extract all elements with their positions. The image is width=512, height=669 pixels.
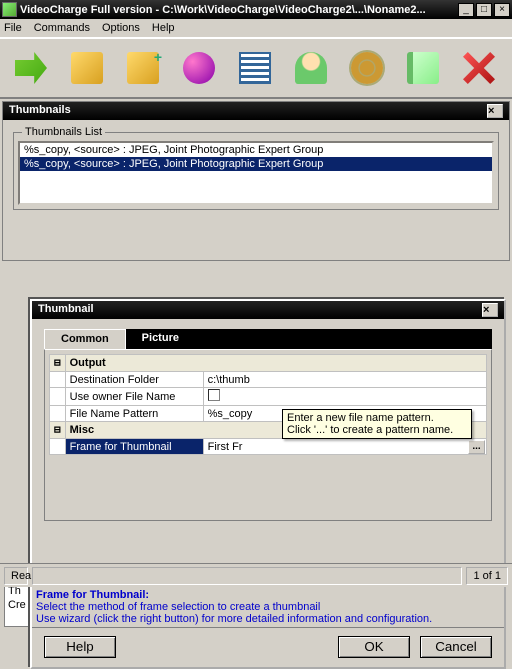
x-icon: [463, 52, 495, 84]
video-button[interactable]: [230, 45, 280, 91]
log-button[interactable]: [398, 45, 448, 91]
help-button[interactable]: Help: [44, 636, 116, 658]
folder-plus-icon: [127, 52, 159, 84]
prop-dest-folder-value[interactable]: c:\thumb: [203, 372, 486, 388]
status-spacer: [32, 567, 462, 585]
wand-icon: [183, 52, 215, 84]
delete-button[interactable]: [454, 45, 504, 91]
maximize-button[interactable]: □: [476, 3, 492, 17]
prop-frame-thumbnail-label: Frame for Thumbnail: [65, 439, 203, 455]
thumbnails-list-group: Thumbnails List %s_copy, <source> : JPEG…: [13, 132, 499, 210]
status-ready: Rea: [4, 567, 28, 585]
add-button[interactable]: [118, 45, 168, 91]
window-titlebar: VideoCharge Full version - C:\Work\Video…: [0, 0, 512, 19]
menu-help[interactable]: Help: [152, 22, 175, 34]
thumbnails-listbox[interactable]: %s_copy, <source> : JPEG, Joint Photogra…: [18, 141, 494, 205]
folder-icon: [71, 52, 103, 84]
prop-owner-filename-value[interactable]: [203, 388, 486, 406]
tooltip: Enter a new file name pattern. Click '..…: [282, 409, 472, 439]
status-bar: Rea 1 of 1: [0, 563, 512, 587]
arrow-icon: [15, 52, 47, 84]
minimize-button[interactable]: _: [458, 3, 474, 17]
film-icon: [239, 52, 271, 84]
collapse-toggle[interactable]: ⊟: [50, 355, 66, 372]
property-grid: ⊟Output Destination Folderc:\thumb Use o…: [49, 354, 487, 455]
run-button[interactable]: [6, 45, 56, 91]
close-button[interactable]: ×: [494, 3, 510, 17]
collapse-toggle[interactable]: ⊟: [50, 422, 66, 439]
thumbnails-panel-title: Thumbnails: [9, 104, 71, 118]
prop-dest-folder-label: Destination Folder: [65, 372, 203, 388]
dialog-close-button[interactable]: ×: [482, 303, 498, 317]
thumbnails-list-label: Thumbnails List: [22, 126, 105, 138]
window-title: VideoCharge Full version - C:\Work\Video…: [20, 4, 458, 16]
tab-common[interactable]: Common: [44, 329, 126, 349]
cancel-button[interactable]: Cancel: [420, 636, 492, 658]
menu-commands[interactable]: Commands: [34, 22, 90, 34]
thumbnails-panel: Thumbnails × Thumbnails List %s_copy, <s…: [2, 101, 510, 261]
prop-filename-pattern-label: File Name Pattern: [65, 406, 203, 422]
menu-bar: File Commands Options Help: [0, 19, 512, 38]
ellipsis-button[interactable]: ...: [468, 440, 485, 454]
help-line: Select the method of frame selection to …: [36, 601, 500, 613]
help-line: Use wizard (click the right button) for …: [36, 613, 500, 625]
user-icon: [295, 52, 327, 84]
menu-options[interactable]: Options: [102, 22, 140, 34]
notebook-icon: [407, 52, 439, 84]
settings-button[interactable]: [342, 45, 392, 91]
menu-file[interactable]: File: [4, 22, 22, 34]
checkbox-icon[interactable]: [208, 389, 220, 401]
panel-close-button[interactable]: ×: [487, 104, 503, 118]
app-icon: [2, 2, 17, 17]
help-pane: Frame for Thumbnail: Select the method o…: [32, 582, 504, 627]
dialog-title: Thumbnail: [38, 303, 94, 317]
list-item[interactable]: %s_copy, <source> : JPEG, Joint Photogra…: [20, 143, 492, 157]
prop-owner-filename-label: Use owner File Name: [65, 388, 203, 406]
category-output: Output: [65, 355, 486, 372]
ok-button[interactable]: OK: [338, 636, 410, 658]
profile-button[interactable]: [286, 45, 336, 91]
thumbnail-dialog: Thumbnail × Common Picture ⊟Output Desti…: [30, 299, 506, 669]
status-pages: 1 of 1: [466, 567, 508, 585]
tab-content: ⊟Output Destination Folderc:\thumb Use o…: [44, 349, 492, 521]
wizard-button[interactable]: [174, 45, 224, 91]
prop-frame-thumbnail-value[interactable]: First Fr...: [203, 439, 486, 455]
content-area: Thumbnails × Thumbnails List %s_copy, <s…: [0, 98, 512, 563]
list-item[interactable]: %s_copy, <source> : JPEG, Joint Photogra…: [20, 157, 492, 171]
main-toolbar: [0, 38, 512, 98]
gear-icon: [351, 52, 383, 84]
open-button[interactable]: [62, 45, 112, 91]
tab-picture[interactable]: Picture: [126, 329, 195, 349]
help-title: Frame for Thumbnail:: [36, 589, 500, 601]
dialog-tabs: Common Picture: [44, 329, 492, 349]
